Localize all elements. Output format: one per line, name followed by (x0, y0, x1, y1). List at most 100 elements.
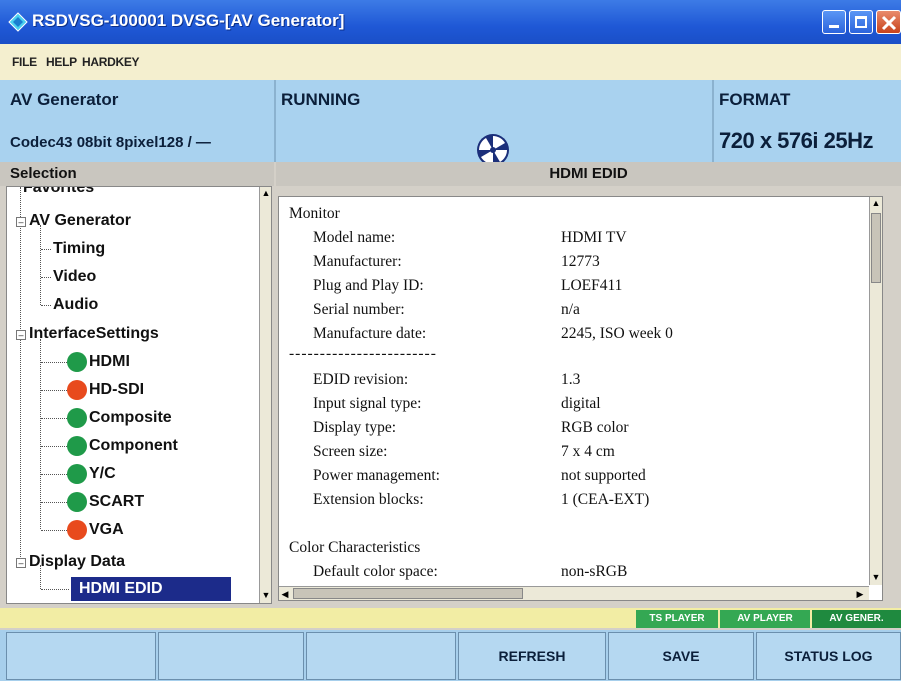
mode-tab-av-generator[interactable]: AV GENER. (812, 610, 901, 628)
mode-tab-ts-player[interactable]: TS PLAYER (636, 610, 718, 628)
selection-tree: Favorites – AV Generator Timing Video Au… (6, 186, 272, 604)
edid-key: EDID revision: (313, 371, 409, 388)
status-error-icon (67, 380, 87, 400)
scroll-down-icon[interactable]: ▼ (260, 589, 271, 601)
window-title: RSDVSG-100001 DVSG-[AV Generator] (32, 11, 345, 30)
scroll-right-icon[interactable]: ▶ (854, 588, 866, 600)
edid-value: 1.3 (561, 371, 581, 388)
info-divider-1 (274, 80, 276, 162)
edid-value: 2245, ISO week 0 (561, 325, 673, 342)
status-ok-icon (67, 464, 87, 484)
content-header: HDMI EDID (276, 162, 901, 186)
tree-composite[interactable]: Composite (89, 409, 172, 427)
tree-hd-sdi[interactable]: HD-SDI (89, 381, 144, 399)
tree-scrollbar[interactable]: ▲ ▼ (259, 187, 271, 603)
edid-value: not supported (561, 467, 646, 484)
edid-key: Manufacturer: (313, 253, 402, 270)
edid-key: Plug and Play ID: (313, 277, 424, 294)
codec-text: Codec43 08bit 8pixel128 / — (10, 134, 211, 151)
selection-header-label: Selection (10, 165, 77, 182)
edid-value: LOEF411 (561, 277, 623, 294)
content-vscrollbar[interactable]: ▲ ▼ (869, 197, 882, 585)
edid-value: HDMI TV (561, 229, 627, 246)
format-label: FORMAT (719, 90, 791, 109)
tree-scart[interactable]: SCART (89, 493, 144, 511)
info-divider-2 (712, 80, 714, 162)
tree-favorites[interactable]: Favorites (23, 187, 94, 197)
content-header-label: HDMI EDID (549, 165, 628, 182)
tree-timing[interactable]: Timing (53, 240, 105, 258)
tree-hdmi[interactable]: HDMI (89, 353, 130, 371)
title-bar[interactable]: RSDVSG-100001 DVSG-[AV Generator] (0, 0, 901, 44)
tree-display-data[interactable]: Display Data (29, 553, 125, 571)
tree-connector (20, 187, 21, 565)
edid-key: Default color space: (313, 563, 438, 580)
tree-connector (40, 225, 41, 305)
tree-av-generator[interactable]: AV Generator (29, 212, 131, 230)
collapse-display-data-icon[interactable]: – (16, 558, 26, 568)
status-log-button[interactable]: STATUS LOG (756, 632, 901, 680)
edid-value: n/a (561, 301, 580, 318)
content-hscrollbar[interactable]: ◀ ▶ (279, 586, 869, 600)
tree-vga[interactable]: VGA (89, 521, 124, 539)
edid-key: Screen size: (313, 443, 388, 460)
tree-connector (41, 418, 69, 419)
menu-help[interactable]: HELP (46, 55, 77, 69)
softkey-1[interactable] (6, 632, 156, 680)
scroll-down-icon[interactable]: ▼ (870, 571, 882, 583)
scroll-thumb[interactable] (293, 588, 523, 599)
minimize-button[interactable] (822, 10, 846, 34)
edid-key: Serial number: (313, 301, 405, 318)
info-bar: AV Generator Codec43 08bit 8pixel128 / —… (0, 80, 901, 166)
save-button[interactable]: SAVE (608, 632, 754, 680)
tree-connector (41, 446, 69, 447)
generator-label: AV Generator (10, 90, 119, 109)
tree-yc[interactable]: Y/C (89, 465, 116, 483)
edid-value: 12773 (561, 253, 600, 270)
edid-value: RGB color (561, 419, 629, 436)
menu-hardkey[interactable]: HARDKEY (82, 55, 140, 69)
scroll-up-icon[interactable]: ▲ (260, 187, 271, 199)
tree-connector (41, 390, 69, 391)
tree-connector (41, 474, 69, 475)
status-ok-icon (67, 408, 87, 428)
tree-component[interactable]: Component (89, 437, 178, 455)
status-error-icon (67, 520, 87, 540)
collapse-av-generator-icon[interactable]: – (16, 217, 26, 227)
scroll-thumb[interactable] (871, 213, 881, 283)
menu-file[interactable]: FILE (12, 55, 37, 69)
edid-value: digital (561, 395, 601, 412)
format-value: 720 x 576i 25Hz (719, 128, 873, 153)
tree-connector (40, 339, 41, 529)
edid-section-color: Color Characteristics (289, 539, 421, 556)
close-button[interactable] (876, 10, 901, 34)
tree-hdmi-edid[interactable]: HDMI EDID (79, 580, 163, 598)
tree-interface-settings[interactable]: InterfaceSettings (29, 325, 159, 343)
tree-video[interactable]: Video (53, 268, 96, 286)
collapse-interface-settings-icon[interactable]: – (16, 330, 26, 340)
edid-value: 1 (CEA-EXT) (561, 491, 650, 508)
edid-value: non-sRGB (561, 563, 628, 580)
maximize-button[interactable] (849, 10, 873, 34)
scroll-left-icon[interactable]: ◀ (279, 588, 291, 600)
edid-key: Power management: (313, 467, 440, 484)
tree-connector (41, 530, 69, 531)
status-ok-icon (67, 436, 87, 456)
mode-tab-av-player[interactable]: AV PLAYER (720, 610, 810, 628)
run-status: RUNNING (281, 90, 361, 109)
refresh-button[interactable]: REFRESH (458, 632, 606, 680)
softkey-2[interactable] (158, 632, 304, 680)
maximize-icon (855, 16, 867, 28)
edid-key: Model name: (313, 229, 396, 246)
selection-header: Selection (0, 162, 274, 186)
status-ok-icon (67, 352, 87, 372)
scroll-up-icon[interactable]: ▲ (870, 197, 882, 209)
tree-audio[interactable]: Audio (53, 296, 98, 314)
menu-bar: FILE HELP HARDKEY (0, 44, 901, 80)
tree-connector (41, 502, 69, 503)
tree-connector (41, 305, 51, 306)
edid-value: 7 x 4 cm (561, 443, 615, 460)
edid-section-monitor: Monitor (289, 205, 340, 222)
app-diamond-icon (8, 12, 28, 32)
softkey-3[interactable] (306, 632, 456, 680)
